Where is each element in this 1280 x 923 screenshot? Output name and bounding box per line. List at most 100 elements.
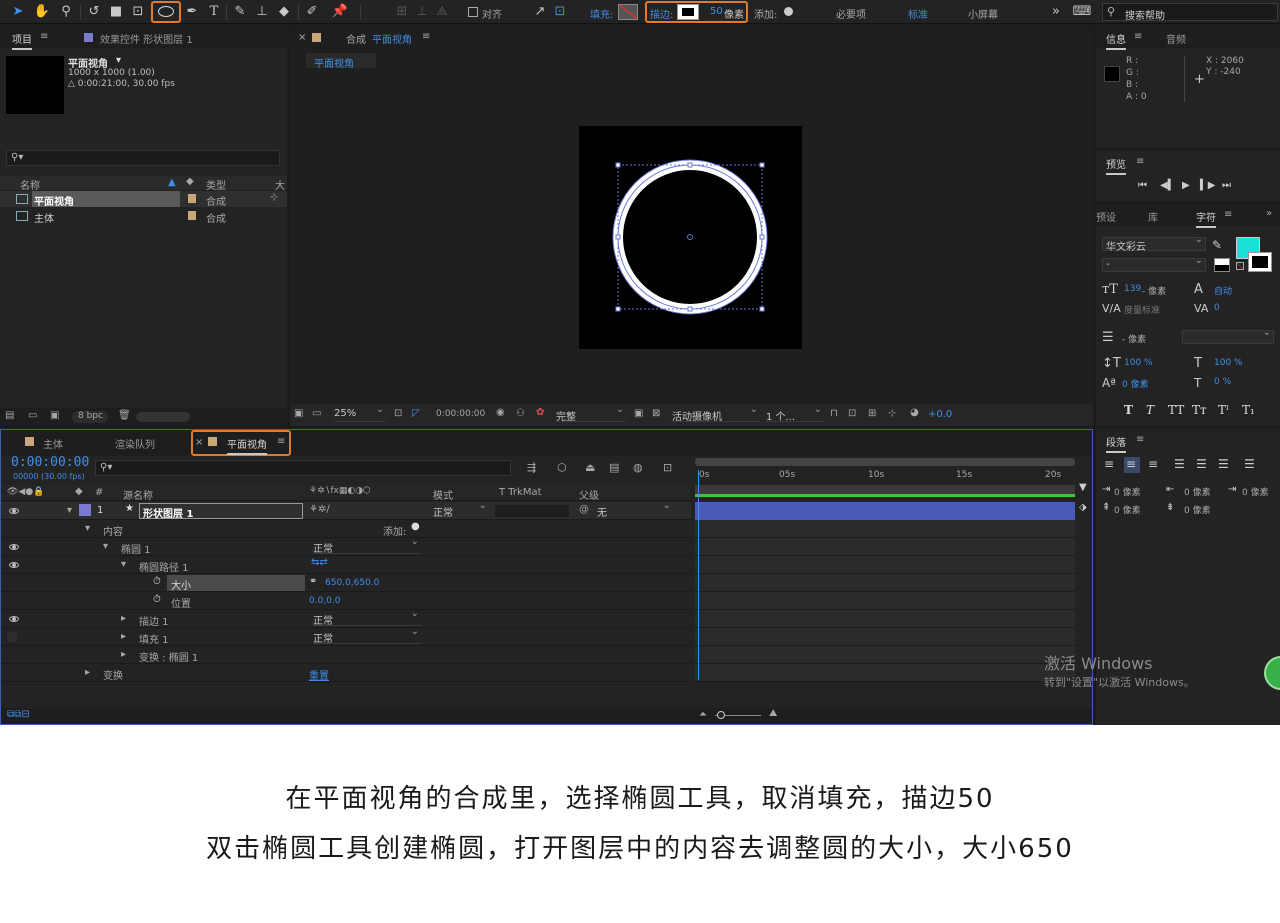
justify-all-icon[interactable]: ☰ [1244, 457, 1255, 471]
font-style-dropdown[interactable]: - [1102, 255, 1206, 272]
breadcrumb[interactable]: 平面视角 [306, 53, 376, 70]
snapshot-icon[interactable]: ◉ [496, 407, 505, 418]
first-frame-icon[interactable]: ⏮ [1138, 180, 1147, 191]
transparency-grid-icon[interactable]: ⊠ [652, 408, 660, 419]
visibility-eye-icon[interactable] [9, 544, 19, 550]
view-axis-icon[interactable]: ⟁ [432, 2, 452, 22]
font-size-value[interactable]: 139 [1124, 284, 1141, 294]
zoom-dropdown[interactable]: 25% [334, 404, 386, 422]
layer-switches-icons[interactable]: ⚘✲∕ [309, 504, 330, 515]
flowchart-icon[interactable]: ⊹ [888, 408, 896, 419]
col-size-header[interactable]: 大 [275, 177, 285, 192]
show-snapshot-icon[interactable]: ⚇ [516, 408, 525, 419]
baseline-shift-value[interactable]: 0 像素 [1122, 377, 1149, 390]
thumbnail-scrollbar[interactable] [136, 412, 190, 422]
justify-center-icon[interactable]: ☰ [1196, 457, 1207, 471]
ellipse-tool-icon[interactable] [158, 6, 174, 17]
zoom-in-icon[interactable]: ⛰ [769, 708, 777, 719]
eraser-tool-icon[interactable]: ◆ [274, 2, 294, 22]
stroke-mode-dropdown[interactable]: 正常 [313, 608, 421, 627]
label-color[interactable] [188, 211, 196, 220]
mask-visibility-icon[interactable]: ◸ [412, 408, 420, 419]
motion-blur-icon[interactable]: ◍ [633, 461, 643, 474]
rotate-tool-icon[interactable]: ↺ [84, 2, 104, 22]
tab-project[interactable]: 项目 [12, 31, 32, 50]
viewer-timecode[interactable]: 0:00:00:00 [436, 409, 485, 419]
tab-paragraph[interactable]: 段落 [1106, 434, 1126, 453]
property-row[interactable]: ▾ 椭圆路径 1 ⇆⇄ [1, 556, 691, 574]
always-preview-icon[interactable]: ▣ [294, 408, 303, 419]
new-folder-icon[interactable]: ▭ [28, 410, 37, 421]
flowchart-icon[interactable]: ⊹ [270, 192, 278, 203]
tab-library[interactable]: 库 [1148, 209, 1158, 224]
property-row[interactable]: ▸ 变换 : 椭圆 1 [1, 646, 691, 664]
search-help-input[interactable]: ⚲ 搜索帮助 [1102, 3, 1278, 22]
twirl-down-icon[interactable]: ▾ [85, 523, 90, 534]
fill-swatch[interactable] [618, 4, 638, 20]
sync-settings-icon[interactable]: ⌨ [1072, 2, 1092, 22]
resolution-dropdown[interactable]: 完整 [556, 404, 626, 423]
roto-brush-tool-icon[interactable]: ✐ [302, 2, 322, 22]
preview-menu-icon[interactable]: ≡ [1136, 156, 1144, 167]
stopwatch-icon[interactable]: ⏱ [153, 576, 161, 587]
align-left-icon[interactable]: ≡ [1104, 457, 1114, 471]
property-row[interactable]: ⏱ 位置 0.0,0.0 [1, 592, 691, 610]
property-row[interactable]: ▾ 椭圆 1 正常 [1, 536, 691, 556]
list-item[interactable]: 主体 合成 [0, 208, 287, 225]
snap-options-icon[interactable]: ⊡ [550, 2, 570, 22]
workspace-standard[interactable]: 标准 [908, 6, 928, 21]
viewer-tab-prefix[interactable]: 合成 [346, 31, 366, 46]
more-workspaces-icon[interactable]: » [1046, 2, 1066, 22]
workspace-small-screen[interactable]: 小屏幕 [968, 6, 998, 21]
col-type-header[interactable]: 类型 [206, 177, 226, 192]
property-row[interactable]: ▸ 填充 1 正常 [1, 626, 691, 646]
tab-render-queue[interactable]: 渲染队列 [115, 436, 155, 451]
views-dropdown[interactable]: 1 个... [766, 404, 824, 423]
align-checkbox[interactable] [468, 7, 478, 17]
twirl-down-icon[interactable]: ▾ [103, 541, 108, 552]
shy-layers-icon[interactable]: ⏏ [585, 461, 595, 474]
leading-value[interactable]: 自动 [1214, 284, 1232, 297]
work-area-bar[interactable] [695, 458, 1075, 466]
justify-right-icon[interactable]: ☰ [1218, 457, 1229, 471]
project-menu-icon[interactable]: ≡ [40, 31, 48, 42]
local-axis-icon[interactable]: ⊞ [392, 2, 412, 22]
layer-label-color[interactable] [79, 504, 91, 516]
timeline-menu-icon[interactable]: ≡ [277, 436, 285, 447]
close-tab-icon[interactable]: × [298, 32, 306, 43]
camera-tool-icon[interactable]: ■ [106, 2, 126, 22]
hand-tool-icon[interactable]: ✋ [32, 2, 52, 22]
layer-duration-bar[interactable] [695, 502, 1075, 520]
world-axis-icon[interactable]: ⟂ [412, 2, 432, 22]
exposure-value[interactable]: +0.0 [928, 409, 952, 420]
tsume-value[interactable]: 0 % [1214, 377, 1231, 387]
property-row[interactable]: ⏱ 大小 ⚭ 650.0,650.0 [1, 574, 691, 592]
tab-audio[interactable]: 音频 [1166, 31, 1186, 46]
pan-behind-tool-icon[interactable]: ⊡ [128, 2, 148, 22]
add-content-button[interactable]: ● [411, 521, 420, 532]
property-row[interactable]: ▾ 内容 添加: ● [1, 520, 691, 538]
zoom-out-icon[interactable]: ⏶ [699, 709, 707, 720]
stroke-color-swatch[interactable] [1248, 252, 1272, 272]
breadcrumb-item[interactable]: 平面视角 [314, 55, 354, 70]
monitor-icon[interactable]: ▭ [312, 408, 321, 419]
fast-previews-icon[interactable]: ⊡ [848, 408, 856, 419]
pickwhip-icon[interactable]: @ [579, 504, 589, 515]
comp-canvas[interactable] [579, 126, 802, 349]
tab-presets[interactable]: 预设 [1096, 209, 1116, 224]
comp-button-icon[interactable]: ▼ [1079, 482, 1087, 493]
justify-left-icon[interactable]: ☰ [1174, 457, 1185, 471]
trkmat-field[interactable] [495, 505, 569, 517]
brush-tool-icon[interactable]: ✎ [230, 2, 250, 22]
stroke-width-char-value[interactable]: - 像素 [1122, 332, 1146, 345]
align-center-icon[interactable]: ≡ [1126, 457, 1136, 471]
layer-name[interactable]: 形状图层 1 [143, 505, 193, 520]
puppet-pin-tool-icon[interactable]: 📌 [330, 2, 350, 22]
timeline-search-input[interactable]: ⚲▾ [95, 460, 511, 476]
vertical-scale-value[interactable]: 100 % [1124, 358, 1153, 368]
twirl-down-icon[interactable]: ▾ [121, 559, 126, 570]
paragraph-menu-icon[interactable]: ≡ [1136, 434, 1144, 445]
viewer-tab-name[interactable]: 平面视角 [372, 31, 412, 46]
interpret-footage-icon[interactable]: ▤ [5, 410, 14, 421]
graph-editor-icon[interactable]: ⊡ [663, 461, 672, 474]
